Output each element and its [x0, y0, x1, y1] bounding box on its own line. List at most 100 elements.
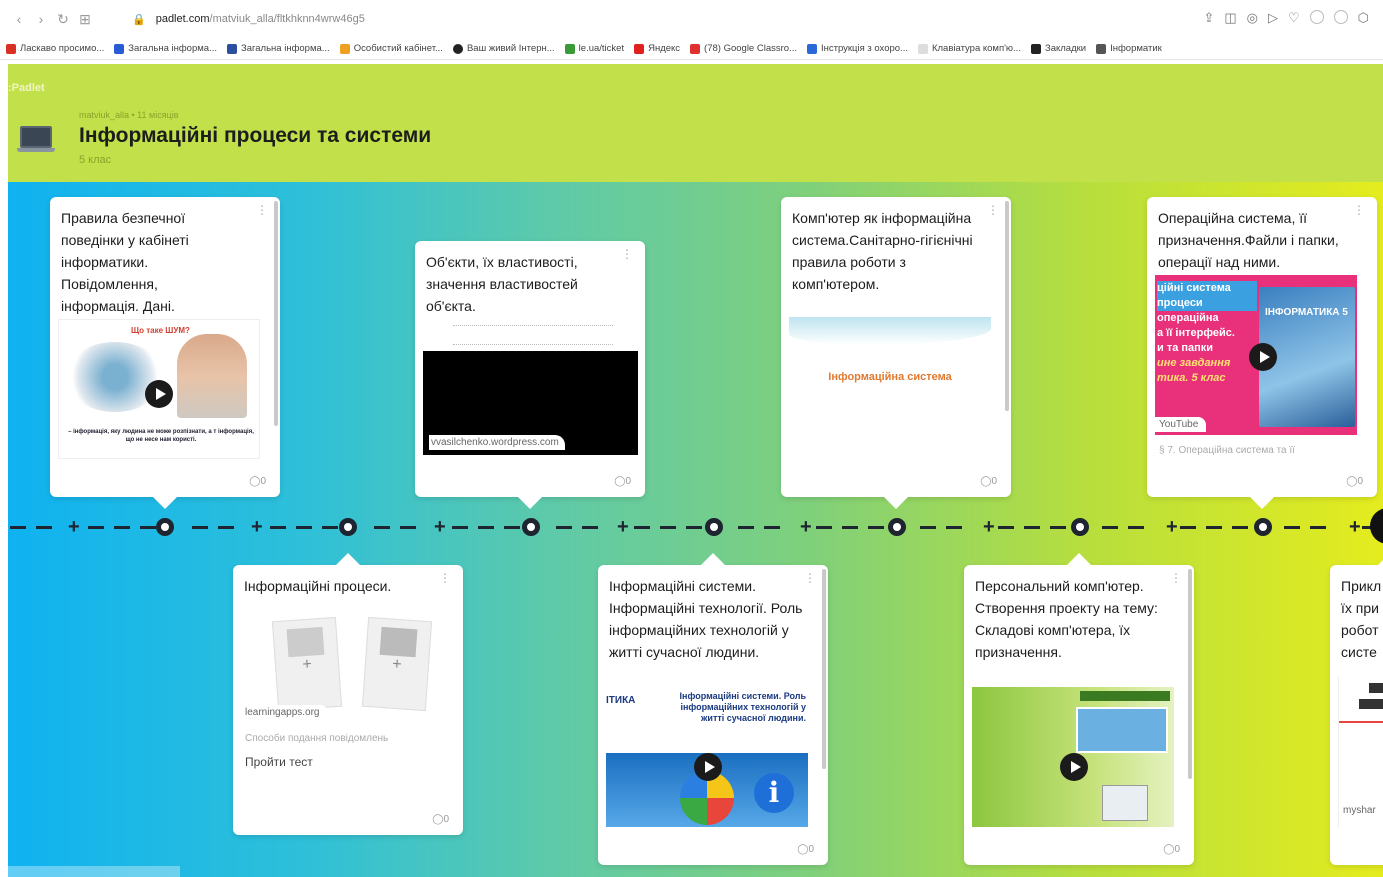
attachment-title: Способи подання повідомлень — [245, 733, 389, 744]
scrollbar[interactable] — [1188, 569, 1192, 779]
back-icon[interactable]: ‹ — [8, 11, 30, 27]
post-menu-icon[interactable]: ⋮ — [987, 203, 999, 217]
share-icon[interactable]: ⇪ — [1203, 10, 1214, 26]
bookmark-item[interactable]: Ваш живий Інтерн... — [452, 43, 555, 54]
link-source: YouTube — [1155, 417, 1207, 432]
reload-icon[interactable]: ↻ — [52, 11, 74, 28]
add-post-icon[interactable]: + — [434, 517, 446, 537]
scrollbar[interactable] — [822, 569, 826, 769]
timeline-line: + + + + + + + + — [8, 508, 1383, 544]
video-thumbnail[interactable] — [972, 687, 1174, 827]
video-thumbnail[interactable]: Що таке ШУМ? – інформація, яку людина не… — [58, 319, 260, 459]
post-card[interactable]: Інформаційні процеси. ⋮ + + learningapps… — [233, 553, 463, 835]
comment-count[interactable]: ◯0 — [432, 814, 449, 825]
link-preview[interactable]: vvasilchenko.wordpress.com — [423, 321, 638, 455]
send-icon[interactable]: ▷ — [1268, 10, 1278, 26]
post-title: Комп'ютер як інформаційна система.Саніта… — [792, 210, 973, 292]
bookmark-item[interactable]: Яндекс — [634, 43, 680, 54]
post-card[interactable]: Інформаційні системи. Інформаційні техно… — [598, 553, 828, 865]
post-menu-icon[interactable]: ⋮ — [1353, 203, 1365, 217]
timeline-dash — [764, 526, 780, 529]
timeline-dash — [478, 526, 494, 529]
bookmark-item[interactable]: Загальна інформа... — [114, 43, 217, 54]
bookmark-item[interactable]: Закладки — [1030, 43, 1086, 54]
bookmark-item[interactable]: Загальна інформа... — [226, 43, 330, 54]
extension-icon[interactable] — [1309, 10, 1324, 24]
bookmark-item[interactable]: le.ua/ticket — [564, 43, 624, 54]
bookmark-item[interactable]: (78) Google Classro... — [690, 43, 797, 54]
post-title: Операційна система, її призначення.Файли… — [1158, 210, 1339, 270]
comment-count[interactable]: ◯0 — [980, 476, 997, 487]
timeline-dash — [842, 526, 858, 529]
site-icon — [806, 43, 817, 54]
slide-thumbnail[interactable]: Інформаційна система — [789, 317, 991, 457]
post-card[interactable]: Об'єкти, їх властивості, значення власти… — [415, 241, 645, 509]
address-bar[interactable]: 🔒 padlet.com /matviuk_alla/fltkhknn4wrw4… — [132, 13, 365, 26]
add-post-icon[interactable]: + — [983, 517, 995, 537]
post-card[interactable]: Операційна система, її призначення.Файли… — [1147, 197, 1377, 509]
post-card[interactable]: Персональний комп'ютер. Створення проект… — [964, 553, 1194, 865]
timeline-dash — [816, 526, 832, 529]
post-card[interactable]: Прикл їх при робот систе myshar — [1330, 553, 1383, 865]
add-post-icon[interactable]: + — [800, 517, 812, 537]
board-title: Інформаційні процеси та системи — [79, 124, 432, 147]
apps-grid-icon[interactable]: ⊞ — [74, 11, 96, 28]
extension-icons: ⇪ ◫ ◎ ▷ ♡ ⬡ — [1203, 10, 1369, 26]
forward-icon[interactable]: › — [30, 11, 52, 27]
doc-heading — [1359, 699, 1383, 709]
play-icon[interactable] — [145, 380, 173, 408]
post-menu-icon[interactable]: ⋮ — [1170, 571, 1182, 585]
timeline-dash — [504, 526, 520, 529]
timeline-node — [1071, 518, 1089, 536]
add-post-icon[interactable]: + — [1349, 517, 1361, 537]
post-menu-icon[interactable]: ⋮ — [621, 247, 633, 261]
bottom-tab — [8, 866, 180, 877]
add-post-icon[interactable]: + — [68, 517, 80, 537]
comment-count[interactable]: ◯0 — [797, 844, 814, 855]
cube-icon[interactable]: ⬡ — [1358, 10, 1369, 26]
vpn-icon[interactable]: ◎ — [1247, 10, 1258, 26]
post-menu-icon[interactable]: ⋮ — [804, 571, 816, 585]
post-title: Правила безпечної поведінки у кабінеті і… — [61, 210, 189, 314]
bookmark-item[interactable]: Клавіатура комп'ю... — [917, 43, 1021, 54]
bookmark-item[interactable]: Особистий кабінет... — [339, 43, 443, 54]
book-label: ІНФОРМАТИКА 5 — [1265, 307, 1348, 318]
add-post-icon[interactable]: + — [617, 517, 629, 537]
bookmark-item[interactable]: Ласкаво просимо... — [6, 43, 104, 54]
video-thumbnail[interactable]: ційні система процеси операційна а її ін… — [1155, 275, 1357, 435]
extension-icon[interactable] — [1333, 10, 1348, 24]
bookmark-item[interactable]: Інформатик — [1096, 43, 1162, 54]
camera-icon[interactable]: ◫ — [1224, 10, 1236, 26]
post-card[interactable]: Правила безпечної поведінки у кабінеті і… — [50, 197, 280, 509]
scrollbar[interactable] — [274, 201, 278, 426]
post-title: Інформаційні системи. Інформаційні техно… — [609, 578, 803, 660]
comment-count[interactable]: ◯0 — [614, 476, 631, 487]
timeline-node — [339, 518, 357, 536]
thumb-side-label: ІТИКА — [606, 695, 636, 706]
comment-count[interactable]: ◯0 — [1346, 476, 1363, 487]
comment-count[interactable]: ◯0 — [1163, 844, 1180, 855]
heart-icon[interactable]: ♡ — [1288, 10, 1300, 26]
play-icon[interactable] — [694, 753, 722, 781]
post-menu-icon[interactable]: ⋮ — [256, 203, 268, 217]
quiz-link[interactable]: Пройти тест — [245, 755, 313, 769]
timeline-dash — [1024, 526, 1040, 529]
comment-count[interactable]: ◯0 — [249, 476, 266, 487]
play-icon[interactable] — [1060, 753, 1088, 781]
add-post-icon[interactable]: + — [1166, 517, 1178, 537]
add-post-icon[interactable]: + — [251, 517, 263, 537]
board-subtitle: 5 клас — [79, 154, 112, 166]
document-preview[interactable]: myshar — [1338, 677, 1383, 827]
bookmark-item[interactable]: Інструкція з охоро... — [806, 43, 908, 54]
laptop-icon — [17, 126, 55, 154]
timeline-dash — [556, 526, 572, 529]
app-preview[interactable]: + + learningapps.org — [241, 605, 456, 725]
video-thumbnail[interactable]: ІТИКА Інформаційні системи. Роль інформа… — [606, 687, 808, 827]
post-card[interactable]: Комп'ютер як інформаційна система.Саніта… — [781, 197, 1011, 509]
padlet-logo[interactable]: :Padlet — [8, 82, 45, 94]
play-icon[interactable] — [1249, 343, 1277, 371]
post-menu-icon[interactable]: ⋮ — [439, 571, 451, 585]
timeline-node — [888, 518, 906, 536]
post-title: Персональний комп'ютер. Створення проект… — [975, 578, 1158, 660]
scrollbar[interactable] — [1005, 201, 1009, 411]
